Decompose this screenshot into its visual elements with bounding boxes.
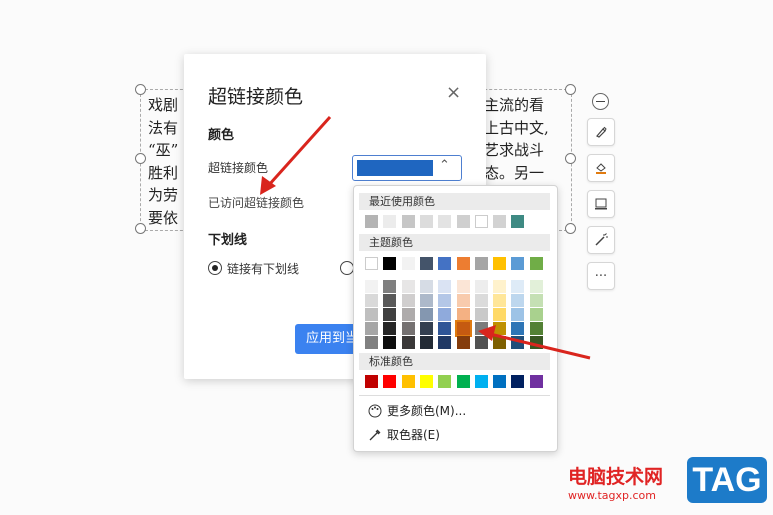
watermark-url: www.tagxp.com xyxy=(568,489,656,502)
watermark-text: 电脑技术网 xyxy=(568,466,664,488)
watermark-logo: TAG xyxy=(687,457,767,503)
annotation-arrow xyxy=(478,325,591,360)
annotation-arrows xyxy=(260,115,591,360)
annotation-arrow xyxy=(260,115,332,195)
